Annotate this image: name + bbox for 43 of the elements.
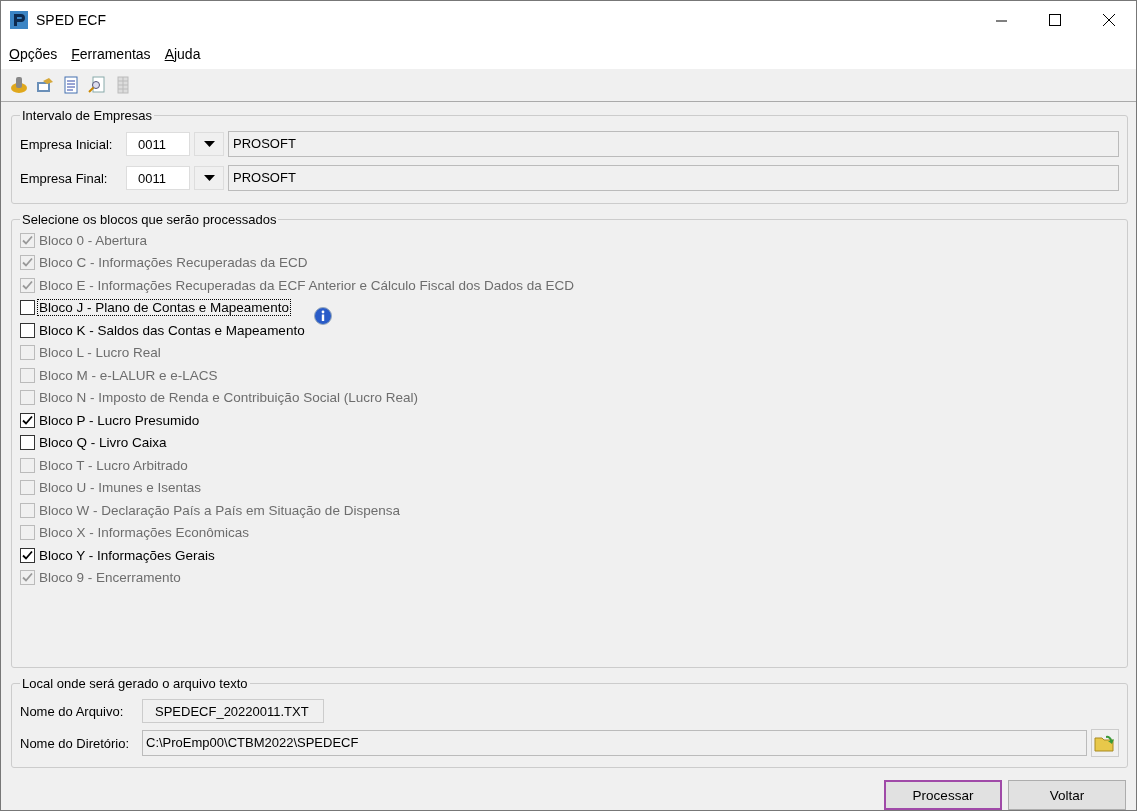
checkbox[interactable] — [20, 412, 35, 428]
folder-arrow-icon — [1094, 733, 1116, 753]
process-button[interactable]: Processar — [884, 780, 1002, 810]
company-name-field: PROSOFT — [228, 165, 1119, 191]
field-label: Empresa Final: — [20, 170, 109, 186]
group-title: Local onde será gerado o arquivo texto — [21, 676, 249, 691]
window-title: SPED ECF — [36, 12, 107, 28]
close-icon — [1103, 14, 1115, 26]
checkbox[interactable] — [20, 300, 35, 316]
caret-icon — [203, 175, 215, 181]
directory-field[interactable]: C:\ProEmp00\CTBM2022\SPEDECF — [142, 730, 1087, 756]
folder-button[interactable] — [1091, 729, 1119, 757]
checkbox-label[interactable]: Bloco K - Saldos das Contas e Mapeamento — [38, 322, 306, 338]
back-button[interactable]: Voltar — [1008, 780, 1126, 810]
search-document-icon[interactable] — [87, 75, 107, 95]
dropdown-button[interactable] — [194, 132, 224, 156]
menu-item[interactable]: Opções — [7, 46, 60, 62]
group-title: Intervalo de Empresas — [21, 108, 154, 123]
field-label: Empresa Inicial: — [20, 136, 114, 152]
menu-item[interactable]: Ferramentas — [69, 46, 153, 62]
document-icon[interactable] — [61, 75, 81, 95]
field-label: Nome do Diretório: — [20, 735, 131, 751]
file-name-field: SPEDECF_20220011.TXT — [142, 699, 324, 723]
checkbox-label[interactable]: Bloco P - Lucro Presumido — [38, 412, 201, 428]
field-label: Nome do Arquivo: — [20, 703, 125, 719]
company-code-field[interactable]: 0011 — [126, 132, 190, 156]
folder-icon[interactable] — [35, 75, 55, 95]
checkbox-label[interactable]: Bloco Y - Informações Gerais — [38, 547, 216, 563]
checkbox[interactable] — [20, 322, 35, 338]
checkbox[interactable] — [20, 547, 35, 563]
group-title: Selecione os blocos que serão processados — [21, 212, 278, 227]
company-code-field[interactable]: 0011 — [126, 166, 190, 190]
info-icon[interactable] — [313, 306, 332, 325]
checkbox[interactable] — [20, 435, 35, 451]
dropdown-button[interactable] — [194, 166, 224, 190]
company-name-field: PROSOFT — [228, 131, 1119, 157]
app-logo-icon — [10, 11, 28, 29]
checkbox-label[interactable]: Bloco J - Plano de Contas e Mapeamento — [38, 300, 290, 316]
menu-item[interactable]: Ajuda — [162, 46, 203, 62]
coin-icon[interactable] — [9, 75, 29, 95]
caret-icon — [203, 141, 215, 147]
checkbox-label[interactable]: Bloco Q - Livro Caixa — [38, 435, 168, 451]
maximize-icon — [1049, 14, 1061, 26]
